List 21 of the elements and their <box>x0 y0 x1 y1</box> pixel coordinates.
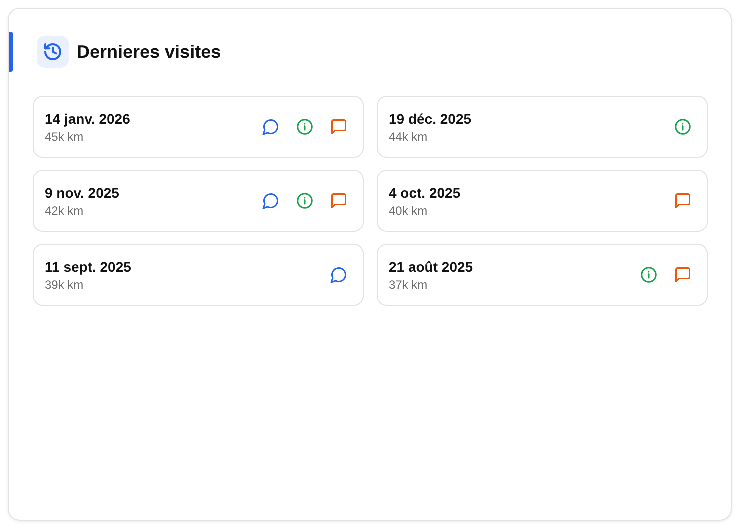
visit-mileage: 40k km <box>389 204 429 218</box>
visit-card[interactable]: 9 nov. 2025 42k km <box>33 170 364 232</box>
visit-mileage: 37k km <box>389 278 429 292</box>
visit-card[interactable]: 4 oct. 2025 40k km <box>377 170 708 232</box>
visit-date: 9 nov. 2025 <box>45 184 120 200</box>
visit-card[interactable]: 11 sept. 2025 39k km <box>33 244 364 306</box>
visit-mileage: 39k km <box>45 278 85 292</box>
visit-mileage: 44k km <box>389 130 429 144</box>
accent-bar <box>9 32 13 72</box>
visit-date: 19 déc. 2025 <box>389 110 472 126</box>
visit-card[interactable]: 14 janv. 2026 45k km <box>33 96 364 158</box>
visit-card[interactable]: 19 déc. 2025 44k km <box>377 96 708 158</box>
visit-date: 21 août 2025 <box>389 258 474 274</box>
visit-card[interactable]: 21 août 2025 37k km <box>377 244 708 306</box>
visit-mileage: 42k km <box>45 204 85 218</box>
visit-mileage: 45k km <box>45 130 85 144</box>
visit-date: 14 janv. 2026 <box>45 110 130 126</box>
visit-date: 11 sept. 2025 <box>45 258 132 274</box>
panel-title: Dernieres visites <box>77 42 222 62</box>
visit-date: 4 oct. 2025 <box>389 184 461 200</box>
history-icon <box>37 36 69 68</box>
